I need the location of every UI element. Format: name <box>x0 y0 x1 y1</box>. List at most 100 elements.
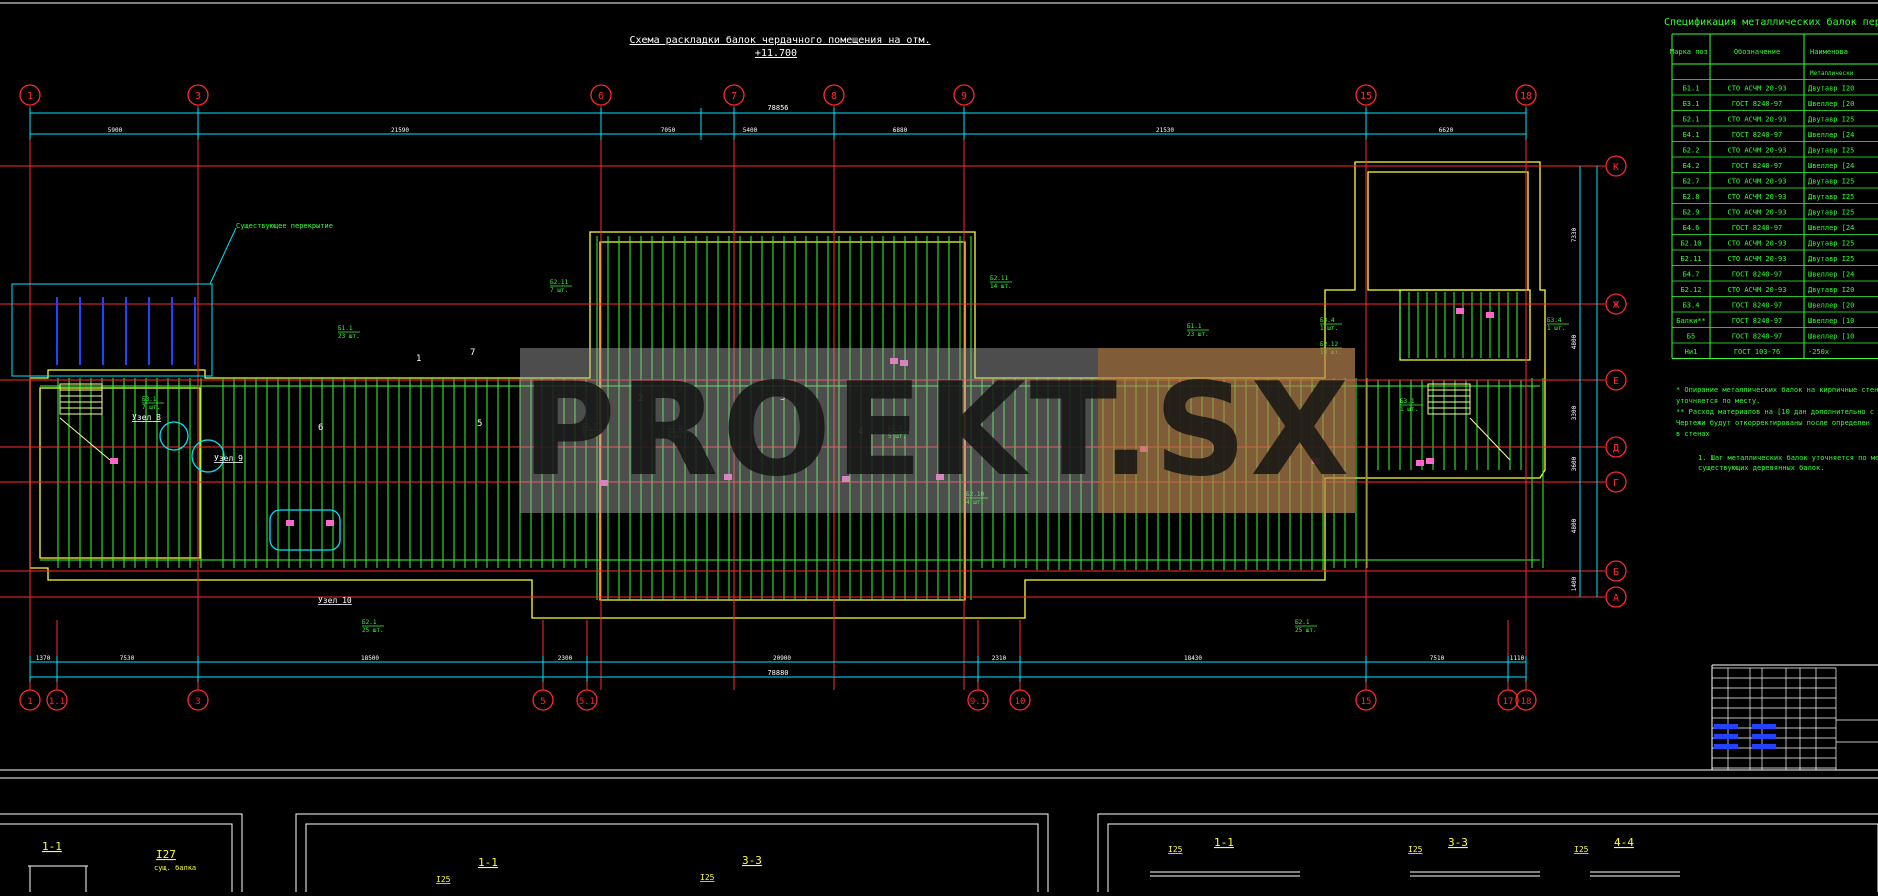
spec-cell-mark: Б2.1 <box>1683 116 1700 124</box>
dim-top-segment: 6620 <box>1439 127 1454 134</box>
title-stamp <box>1752 724 1776 729</box>
beam-label-mark: Б1.1 <box>1187 323 1202 330</box>
axis-label-right: К <box>1613 162 1619 173</box>
axis-label-bottom: 5 <box>540 697 545 707</box>
watermark-text: PROEKT.SX <box>521 356 1354 505</box>
spec-cell-mark: Б4.2 <box>1683 162 1700 170</box>
dim-right-segment: 3300 <box>1571 405 1578 420</box>
spec-cell-doc: СТО АСЧМ 20-93 <box>1727 240 1786 248</box>
spec-note-line: * Опирание металлических балок на кирпич… <box>1676 386 1878 394</box>
section-right-profile-a: I25 <box>1168 845 1183 854</box>
existing-structure <box>56 297 196 365</box>
spec-cell-name: Швеллер [10 <box>1808 333 1854 341</box>
spec-cell-doc: ГОСТ 8240-97 <box>1732 317 1783 325</box>
spec-cell-mark: Ни1 <box>1685 348 1698 356</box>
dim-top-segment: 7050 <box>661 127 676 134</box>
section-details <box>28 865 1680 892</box>
spec-cell-name: Швеллер [20 <box>1808 302 1854 310</box>
spec-cell-name: Двутавр I25 <box>1808 255 1854 263</box>
dim-right-segment: 7330 <box>1571 227 1578 242</box>
title-block <box>1712 667 1878 770</box>
spec-cell-doc: ГОСТ 8240-97 <box>1732 162 1783 170</box>
spec-cell-mark: Б3.1 <box>1683 100 1700 108</box>
spec-cell-doc: ГОСТ 103-76 <box>1734 348 1780 356</box>
spec-cell-mark: Балки** <box>1676 317 1706 325</box>
spec-cell-doc: ГОСТ 8240-97 <box>1732 333 1783 341</box>
axis-label-right: Е <box>1613 376 1619 387</box>
beam-label-mark: Б2.12 <box>1320 341 1338 348</box>
axis-label-bottom: 17 <box>1503 697 1514 707</box>
spec-cell-name: Швеллер [20 <box>1808 100 1854 108</box>
spec-cell-name: Швеллер [10 <box>1808 317 1854 325</box>
dim-bottom-segment: 7530 <box>120 655 135 662</box>
section-mid-profile-b: I25 <box>700 873 715 882</box>
dim-bottom-segment: 7510 <box>1430 655 1445 662</box>
spec-cell-doc: СТО АСЧМ 20-93 <box>1727 85 1786 93</box>
axis-label-top: 6 <box>598 91 604 102</box>
spec-header: Маркa поз. <box>1670 48 1712 56</box>
spec-subheader: Металлически <box>1810 70 1854 77</box>
axis-label-bottom: 9.1 <box>970 697 986 707</box>
beam-label-count: 25 шт. <box>362 627 384 634</box>
beam-label-mark: Б2.11 <box>550 279 568 286</box>
beam-label-count: 1 шт. <box>1400 406 1418 413</box>
dim-bottom-segment: 18430 <box>1184 655 1202 662</box>
node-8-label: Узел 8 <box>132 413 161 422</box>
existing-floor-box <box>11 283 213 377</box>
spec-notes: * Опирание металлических балок на кирпич… <box>1676 386 1878 472</box>
section-right-label-a: 1-1 <box>1214 836 1234 849</box>
section-right-label-b: 3-3 <box>1448 836 1468 849</box>
section-right-profile-c: I25 <box>1574 845 1589 854</box>
dim-right-segment: 1400 <box>1571 576 1578 591</box>
section-mark: 5 <box>477 419 482 429</box>
drawing-canvas: Схема раскладки балок чердачного помещен… <box>0 0 1878 896</box>
section-right-profile-b: I25 <box>1408 845 1423 854</box>
spec-cell-mark: Б4.6 <box>1683 224 1700 232</box>
spec-cell-mark: Б2.10 <box>1680 240 1701 248</box>
spec-table: Маркa поз. Обозначение Наименова Металличес… <box>1670 33 1878 359</box>
spec-cell-mark: Б2.9 <box>1683 209 1700 217</box>
beam-label-count: 23 шт. <box>1187 331 1209 338</box>
support-marker <box>1416 460 1424 466</box>
support-marker <box>326 520 334 526</box>
spec-cell-doc: ГОСТ 8240-97 <box>1732 302 1783 310</box>
dim-right-segment: 3600 <box>1571 456 1578 471</box>
spec-title: Спецификация металлических балок пер <box>1664 16 1878 28</box>
dim-top-segment: 21530 <box>1156 127 1174 134</box>
dim-top-segment: 21590 <box>391 127 409 134</box>
support-marker <box>1486 312 1494 318</box>
spec-cell-mark: Б4.7 <box>1683 271 1700 279</box>
axis-label-bottom: 10 <box>1015 697 1026 707</box>
dim-overall-top: 78856 <box>767 104 788 112</box>
spec-cell-name: Двутавр I25 <box>1808 209 1854 217</box>
beam-label-mark: Б1.1 <box>338 325 353 332</box>
beam-label-mark: Б3.1 <box>1400 398 1415 405</box>
beam-label-mark: Б3.4 <box>1320 317 1335 324</box>
spec-cell-mark: Б2.7 <box>1683 178 1700 186</box>
axis-label-top: 8 <box>831 91 837 102</box>
axis-label-top: 9 <box>961 91 967 102</box>
beam-label-count: 1 шт. <box>1547 325 1565 332</box>
section-mark: 7 <box>470 348 475 358</box>
spec-cell-name: Двутавр I20 <box>1808 85 1854 93</box>
drawing-title: Схема раскладки балок чердачного помещен… <box>629 34 930 46</box>
support-marker <box>286 520 294 526</box>
spec-cell-name: Двутавр I25 <box>1808 178 1854 186</box>
section-left-profile: I27 <box>156 848 176 861</box>
section-left-label: 1-1 <box>42 840 62 853</box>
title-stamp <box>1752 734 1776 739</box>
spec-note-line: уточняется по месту. <box>1676 397 1760 405</box>
support-marker <box>110 458 118 464</box>
axis-label-bottom: 1.1 <box>49 697 65 707</box>
axis-label-bottom: 3 <box>195 697 200 707</box>
title-stamp <box>1714 734 1738 739</box>
axis-label-right: Г <box>1613 478 1619 489</box>
axis-label-bottom: 18 <box>1521 697 1532 707</box>
axis-label-right: Д <box>1613 443 1619 454</box>
spec-cell-doc: СТО АСЧМ 20-93 <box>1727 116 1786 124</box>
spec-cell-mark: Б2.12 <box>1680 286 1701 294</box>
axis-label-right: А <box>1613 593 1619 604</box>
beam-label-count: 1 шт. <box>1320 325 1338 332</box>
beam-label-mark: Б3.4 <box>1547 317 1562 324</box>
axis-label-right: Б <box>1613 567 1619 578</box>
